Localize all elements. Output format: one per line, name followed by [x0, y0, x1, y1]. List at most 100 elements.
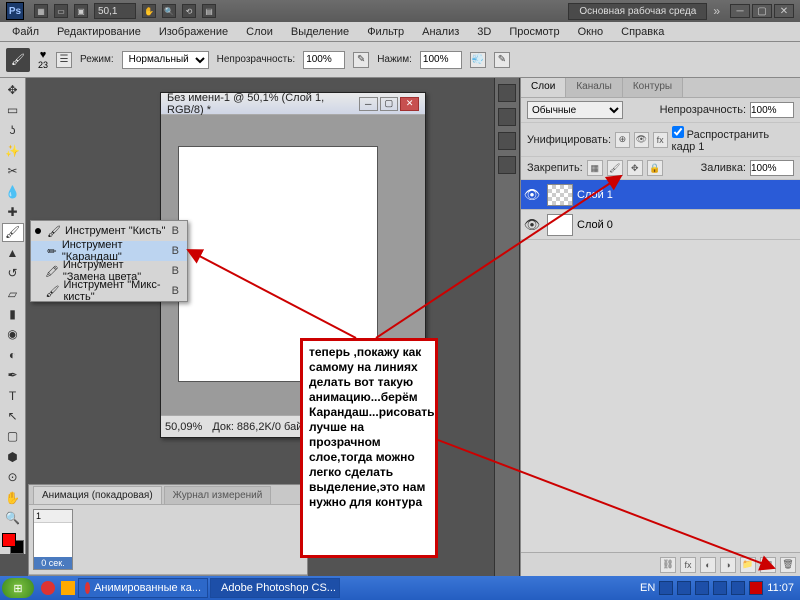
layer-mask-icon[interactable]: ◐ — [700, 557, 716, 573]
menu-analysis[interactable]: Анализ — [414, 24, 467, 40]
wand-tool[interactable]: ✨ — [2, 141, 24, 160]
layer-name[interactable]: Слой 1 — [577, 189, 613, 201]
tray-icon[interactable] — [731, 581, 745, 595]
start-button[interactable]: ⊞ — [2, 578, 34, 598]
airbrush-icon[interactable]: 💨 — [470, 52, 486, 68]
tray-icon-avira[interactable] — [749, 581, 763, 595]
dock-icon-1[interactable] — [498, 84, 516, 102]
lock-all-icon[interactable]: 🔒 — [647, 160, 663, 176]
workspace-switcher[interactable]: Основная рабочая среда — [568, 3, 707, 20]
layer-row-0[interactable]: 👁 Слой 0 — [521, 210, 800, 240]
visibility-toggle[interactable]: 👁 — [521, 217, 543, 233]
layer-name[interactable]: Слой 0 — [577, 219, 613, 231]
crop-tool[interactable]: ✂ — [2, 162, 24, 181]
lock-transparency-icon[interactable]: ▦ — [587, 160, 603, 176]
history-brush-tool[interactable]: ↺ — [2, 264, 24, 283]
flow-input[interactable] — [420, 51, 462, 69]
color-swatches[interactable] — [2, 533, 24, 554]
taskbar-item-1[interactable]: Анимированные ка... — [78, 578, 208, 598]
tablet-opacity-icon[interactable]: ✎ — [353, 52, 369, 68]
unify-style-icon[interactable]: fx — [653, 132, 668, 148]
flyout-mixer-brush[interactable]: 🖌Инструмент "Микс-кисть"B — [31, 281, 187, 301]
doc-minimize-button[interactable]: ─ — [359, 97, 378, 111]
brush-tool[interactable]: 🖌 — [2, 223, 24, 242]
screen-mode-icon[interactable]: ▣ — [74, 4, 88, 18]
link-layers-icon[interactable]: ⛓ — [660, 557, 676, 573]
eyedropper-tool[interactable]: 💧 — [2, 182, 24, 201]
tray-icon[interactable] — [659, 581, 673, 595]
eraser-tool[interactable]: ▱ — [2, 284, 24, 303]
stamp-tool[interactable]: ▲ — [2, 243, 24, 262]
tray-icon[interactable] — [677, 581, 691, 595]
menu-edit[interactable]: Редактирование — [49, 24, 149, 40]
doc-maximize-button[interactable]: ▢ — [380, 97, 399, 111]
frame-duration[interactable]: 0 сек. — [34, 557, 72, 569]
menu-image[interactable]: Изображение — [151, 24, 236, 40]
menu-help[interactable]: Справка — [613, 24, 672, 40]
new-layer-icon[interactable]: ▤ — [760, 557, 776, 573]
tab-animation[interactable]: Анимация (покадровая) — [33, 486, 162, 504]
menu-3d[interactable]: 3D — [469, 24, 499, 40]
propagate-checkbox[interactable] — [672, 126, 684, 138]
layer-group-icon[interactable]: 📁 — [740, 557, 756, 573]
close-button[interactable]: ✕ — [774, 4, 794, 18]
layer-opacity-input[interactable] — [750, 102, 794, 118]
dock-icon-4[interactable] — [498, 156, 516, 174]
tab-layers[interactable]: Слои — [521, 78, 566, 97]
hand-tool[interactable]: ✋ — [2, 488, 24, 507]
adjustment-layer-icon[interactable]: ◑ — [720, 557, 736, 573]
menu-view[interactable]: Просмотр — [501, 24, 567, 40]
layer-thumbnail[interactable] — [547, 214, 573, 236]
quicklaunch-icon[interactable] — [61, 581, 75, 595]
clock[interactable]: 11:07 — [767, 582, 794, 594]
lock-pixels-icon[interactable]: 🖌 — [607, 160, 623, 176]
zoom-tool[interactable]: 🔍 — [2, 508, 24, 527]
tool-preset-icon[interactable]: 🖌 — [6, 48, 30, 72]
type-tool[interactable]: T — [2, 386, 24, 405]
zoom-tool-icon[interactable]: 🔍 — [162, 4, 176, 18]
flyout-brush[interactable]: 🖌Инструмент "Кисть"B — [31, 221, 187, 241]
layer-blend-select[interactable]: Обычные — [527, 101, 623, 119]
animation-frame-1[interactable]: 1 0 сек. — [33, 509, 73, 570]
minimize-button[interactable]: ─ — [730, 4, 750, 18]
document-titlebar[interactable]: Без имени-1 @ 50,1% (Слой 1, RGB/8) * ─ … — [161, 93, 425, 115]
maximize-button[interactable]: ▢ — [752, 4, 772, 18]
opacity-input[interactable] — [303, 51, 345, 69]
layer-style-icon[interactable]: fx — [680, 557, 696, 573]
quicklaunch-opera-icon[interactable] — [41, 581, 55, 595]
move-tool[interactable]: ✥ — [2, 80, 24, 99]
zoom-readout[interactable]: 50,09% — [165, 421, 202, 433]
rotate-icon[interactable]: ⟲ — [182, 4, 196, 18]
3d-tool[interactable]: ⬢ — [2, 447, 24, 466]
layer-thumbnail[interactable] — [547, 184, 573, 206]
layout-icon[interactable]: ▦ — [34, 4, 48, 18]
path-select-tool[interactable]: ↖ — [2, 406, 24, 425]
dock-icon-3[interactable] — [498, 132, 516, 150]
3d-camera-tool[interactable]: ⊙ — [2, 467, 24, 486]
language-indicator[interactable]: EN — [640, 582, 655, 594]
dodge-tool[interactable]: ◐ — [2, 345, 24, 364]
foreground-color-swatch[interactable] — [2, 533, 16, 547]
layer-row-1[interactable]: 👁 Слой 1 — [521, 180, 800, 210]
blend-mode-select[interactable]: Нормальный — [122, 51, 209, 69]
taskbar-item-2[interactable]: Adobe Photoshop CS... — [210, 578, 340, 598]
tray-icon[interactable] — [695, 581, 709, 595]
menu-filter[interactable]: Фильтр — [359, 24, 412, 40]
fill-input[interactable] — [750, 160, 794, 176]
hand-icon[interactable]: ✋ — [142, 4, 156, 18]
menu-file[interactable]: Файл — [4, 24, 47, 40]
arrange-icon[interactable]: ▭ — [54, 4, 68, 18]
tablet-size-icon[interactable]: ✎ — [494, 52, 510, 68]
unify-position-icon[interactable]: ⊕ — [615, 132, 630, 148]
blur-tool[interactable]: ◉ — [2, 325, 24, 344]
dock-icon-2[interactable] — [498, 108, 516, 126]
doc-close-button[interactable]: ✕ — [400, 97, 419, 111]
extras-icon[interactable]: ▤ — [202, 4, 216, 18]
brush-preview-icon[interactable]: ♥23 — [38, 50, 48, 70]
menu-select[interactable]: Выделение — [283, 24, 357, 40]
zoom-input[interactable] — [94, 3, 136, 19]
shape-tool[interactable]: ▢ — [2, 427, 24, 446]
lock-position-icon[interactable]: ✥ — [627, 160, 643, 176]
flyout-color-replace[interactable]: 🖍Инструмент "Замена цвета"B — [31, 261, 187, 281]
tray-icon[interactable] — [713, 581, 727, 595]
